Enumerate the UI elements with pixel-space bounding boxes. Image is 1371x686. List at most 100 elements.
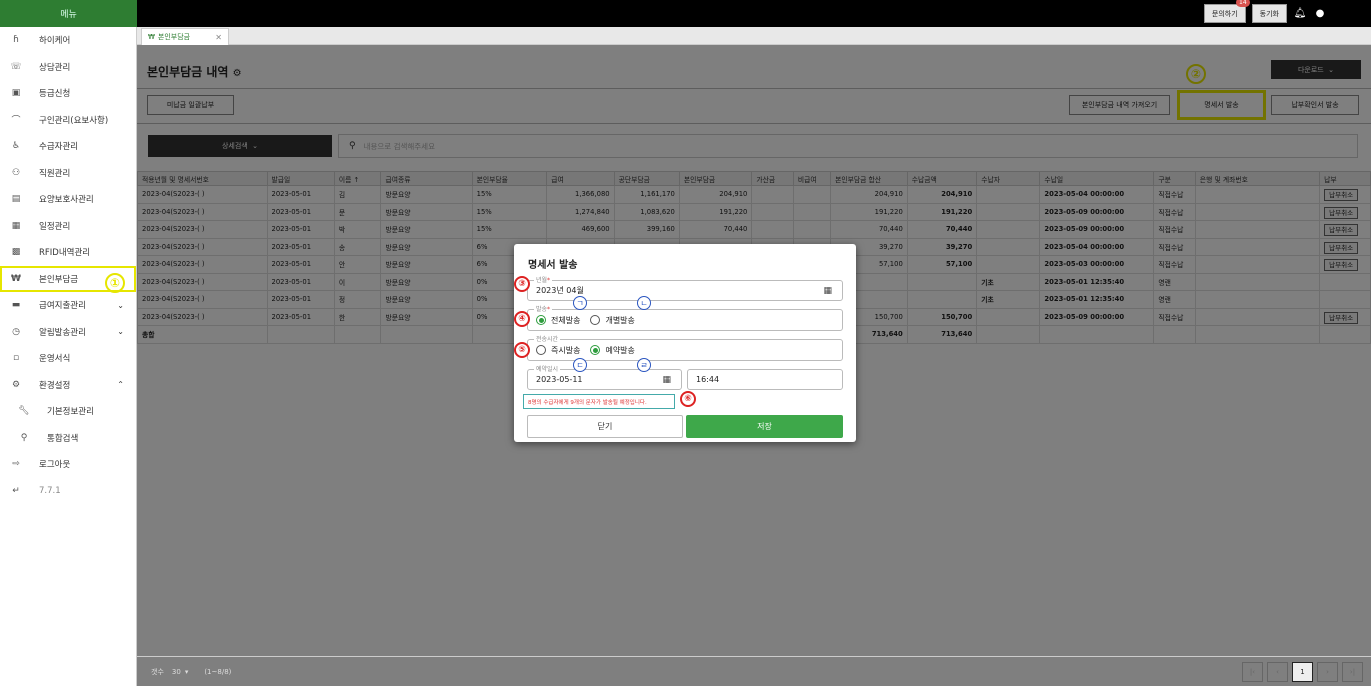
sidebar-item-forms[interactable]: ▫ 운영서식 <box>0 345 136 372</box>
pagination: |‹ ‹ 1 › ›| <box>1242 662 1363 682</box>
sidebar-item-payroll[interactable]: ▬ 급여지출관리 ⌄ <box>0 292 136 319</box>
sidebar-item-logout[interactable]: ⇨ 로그아웃 <box>0 451 136 478</box>
logout-icon: ⇨ <box>12 459 20 470</box>
month-label: 년월* <box>534 275 553 284</box>
sidebar-item-label: 일정관리 <box>39 221 71 232</box>
schedule-label: 예약일시 <box>534 364 561 373</box>
sidebar-item-recipient[interactable]: ♿ 수급자관리 <box>0 133 136 160</box>
annotation-k2: ㄴ <box>637 296 651 310</box>
id-card-icon: ▣ <box>11 88 21 99</box>
chevron-up-icon: ⌃ <box>117 380 124 390</box>
top-actions: 문의하기 14 동기화 🔔︎ ● <box>1203 0 1327 23</box>
people-icon: ⚇ <box>11 167 21 178</box>
send-label-text: 발송 <box>536 306 548 313</box>
calendar-icon: ▦ <box>11 220 21 231</box>
close-icon[interactable]: ✕ <box>215 33 222 42</box>
radio-send-scheduled[interactable]: 예약발송 <box>590 345 635 356</box>
inquiry-button[interactable]: 문의하기 14 <box>1203 0 1250 23</box>
close-button[interactable]: 닫기 <box>527 415 683 438</box>
sidebar-item-settings[interactable]: ⚙ 환경설정 ⌃ <box>0 372 136 399</box>
sidebar-item-label: 하이케어 <box>39 36 71 47</box>
time-label: 전송시간 <box>534 334 561 343</box>
table-footer: 갯수 30 ▾ (1~8/8) |‹ ‹ 1 › ›| <box>137 656 1371 686</box>
save-button[interactable]: 저장 <box>686 415 843 438</box>
radio-send-individual[interactable]: 개별발송 <box>590 315 635 326</box>
won-icon: ₩ <box>148 33 155 41</box>
calendar-icon[interactable]: ▦ <box>662 375 671 385</box>
send-label: 발송* <box>534 304 553 313</box>
menu-header: 메뉴 <box>0 0 137 27</box>
sidebar-item-label: 급여지출관리 <box>39 301 86 312</box>
wrench-icon: 🔧︎ <box>18 406 30 417</box>
user-icon[interactable]: ● <box>1313 8 1327 19</box>
radio-send-all[interactable]: 전체발송 <box>536 315 580 326</box>
won-icon: ₩ <box>11 273 21 284</box>
search-icon: ⚲ <box>20 432 28 443</box>
sidebar-item-search[interactable]: ⚲ 통합검색 <box>0 425 136 452</box>
top-bar: 메뉴 문의하기 14 동기화 🔔︎ ● <box>0 0 1371 27</box>
tab-copay[interactable]: ₩ 본인부담금 ✕ <box>141 28 229 45</box>
month-label-text: 년월 <box>536 277 548 284</box>
annotation-k1: ㄱ <box>573 296 587 310</box>
chevron-down-icon: ⌄ <box>117 327 124 337</box>
bell-icon[interactable]: 🔔︎ <box>1293 8 1307 19</box>
sidebar-item-label: 상담관리 <box>39 62 71 73</box>
sidebar-item-label: 구인관리(요보사항) <box>39 115 109 126</box>
radio-label: 전체발송 <box>551 315 581 325</box>
tab-bar: ₩ 본인부담금 ✕ <box>137 27 1371 45</box>
phone-icon: ☏ <box>10 61 22 72</box>
annotation-k3: ㄷ <box>573 358 587 372</box>
month-value: 2023년 04월 <box>536 286 584 295</box>
first-page-icon[interactable]: |‹ <box>1242 662 1263 682</box>
calendar-icon[interactable]: ▦ <box>823 286 832 296</box>
rows-select[interactable]: 30 <box>172 668 181 676</box>
tab-label: 본인부담금 <box>157 33 191 41</box>
alarm-icon: ◷ <box>12 326 20 337</box>
sidebar-item-rfid[interactable]: ▩ RFID내역관리 <box>0 239 136 266</box>
version-label: 7.7.1 <box>39 485 61 496</box>
radio-unchecked-icon <box>590 315 601 325</box>
range-text: (1~8/8) <box>204 667 232 676</box>
radio-label: 개별발송 <box>605 315 635 325</box>
sidebar-item-basic-info[interactable]: 🔧︎ 기본정보관리 <box>0 398 136 425</box>
sidebar: ɦ 하이케어 ☏ 상담관리 ▣ 등급신청 ⌒ 구인관리(요보사항) ♿ 수급자관리 ⚇ 직원… <box>0 27 137 686</box>
sidebar-item-label: 요양보호사관리 <box>39 195 94 206</box>
schedule-date-field[interactable]: 예약일시 2023-05-11 ▦ <box>527 364 682 390</box>
radio-label: 예약발송 <box>605 345 635 355</box>
sidebar-item-label: 운영서식 <box>39 354 71 365</box>
document-icon: ▫ <box>12 353 20 364</box>
annotation-k4: ㄹ <box>637 358 651 372</box>
sync-button[interactable]: 동기화 <box>1251 4 1287 23</box>
sidebar-item-staff[interactable]: ⚇ 직원관리 <box>0 160 136 187</box>
schedule-time-value: 16:44 <box>696 375 720 384</box>
page-current[interactable]: 1 <box>1292 662 1313 682</box>
logo-icon: ɦ <box>13 35 19 46</box>
wifi-icon: ⌒ <box>11 116 21 127</box>
sidebar-item-label: 알림발송관리 <box>39 327 86 338</box>
sidebar-item-schedule[interactable]: ▦ 일정관리 <box>0 213 136 240</box>
inquiry-badge: 14 <box>1236 0 1250 7</box>
sidebar-item-recruit[interactable]: ⌒ 구인관리(요보사항) <box>0 107 136 134</box>
chevron-down-icon: ⌄ <box>117 300 124 310</box>
sidebar-item-grade[interactable]: ▣ 등급신청 <box>0 80 136 107</box>
sidebar-item-consult[interactable]: ☏ 상담관리 <box>0 54 136 81</box>
annotation-5: ⑤ <box>514 342 530 358</box>
next-page-icon[interactable]: › <box>1317 662 1338 682</box>
radio-checked-icon <box>536 315 546 325</box>
annotation-6: ⑥ <box>680 391 696 407</box>
inquiry-label: 문의하기 <box>1211 9 1238 18</box>
statement-send-modal: 명세서 발송 년월* 2023년 04월 ▦ 발송* 전체발송 개별발송 전송시… <box>514 244 856 442</box>
sidebar-item-label: 로그아웃 <box>39 460 71 471</box>
schedule-date-value: 2023-05-11 <box>536 375 583 384</box>
caret-down-icon[interactable]: ▾ <box>185 668 189 676</box>
annotation-3: ③ <box>514 276 530 292</box>
last-page-icon[interactable]: ›| <box>1342 662 1363 682</box>
radio-send-now[interactable]: 즉시발송 <box>536 345 580 356</box>
sidebar-item-hicare[interactable]: ɦ 하이케어 <box>0 27 136 54</box>
sidebar-item-label: RFID내역관리 <box>39 248 91 259</box>
sidebar-item-label: 통합검색 <box>47 433 79 444</box>
schedule-time-field[interactable]: 16:44 <box>687 369 843 390</box>
prev-page-icon[interactable]: ‹ <box>1267 662 1288 682</box>
sidebar-item-caregiver[interactable]: ▤ 요양보호사관리 <box>0 186 136 213</box>
sidebar-item-alarm[interactable]: ◷ 알림발송관리 ⌄ <box>0 319 136 346</box>
